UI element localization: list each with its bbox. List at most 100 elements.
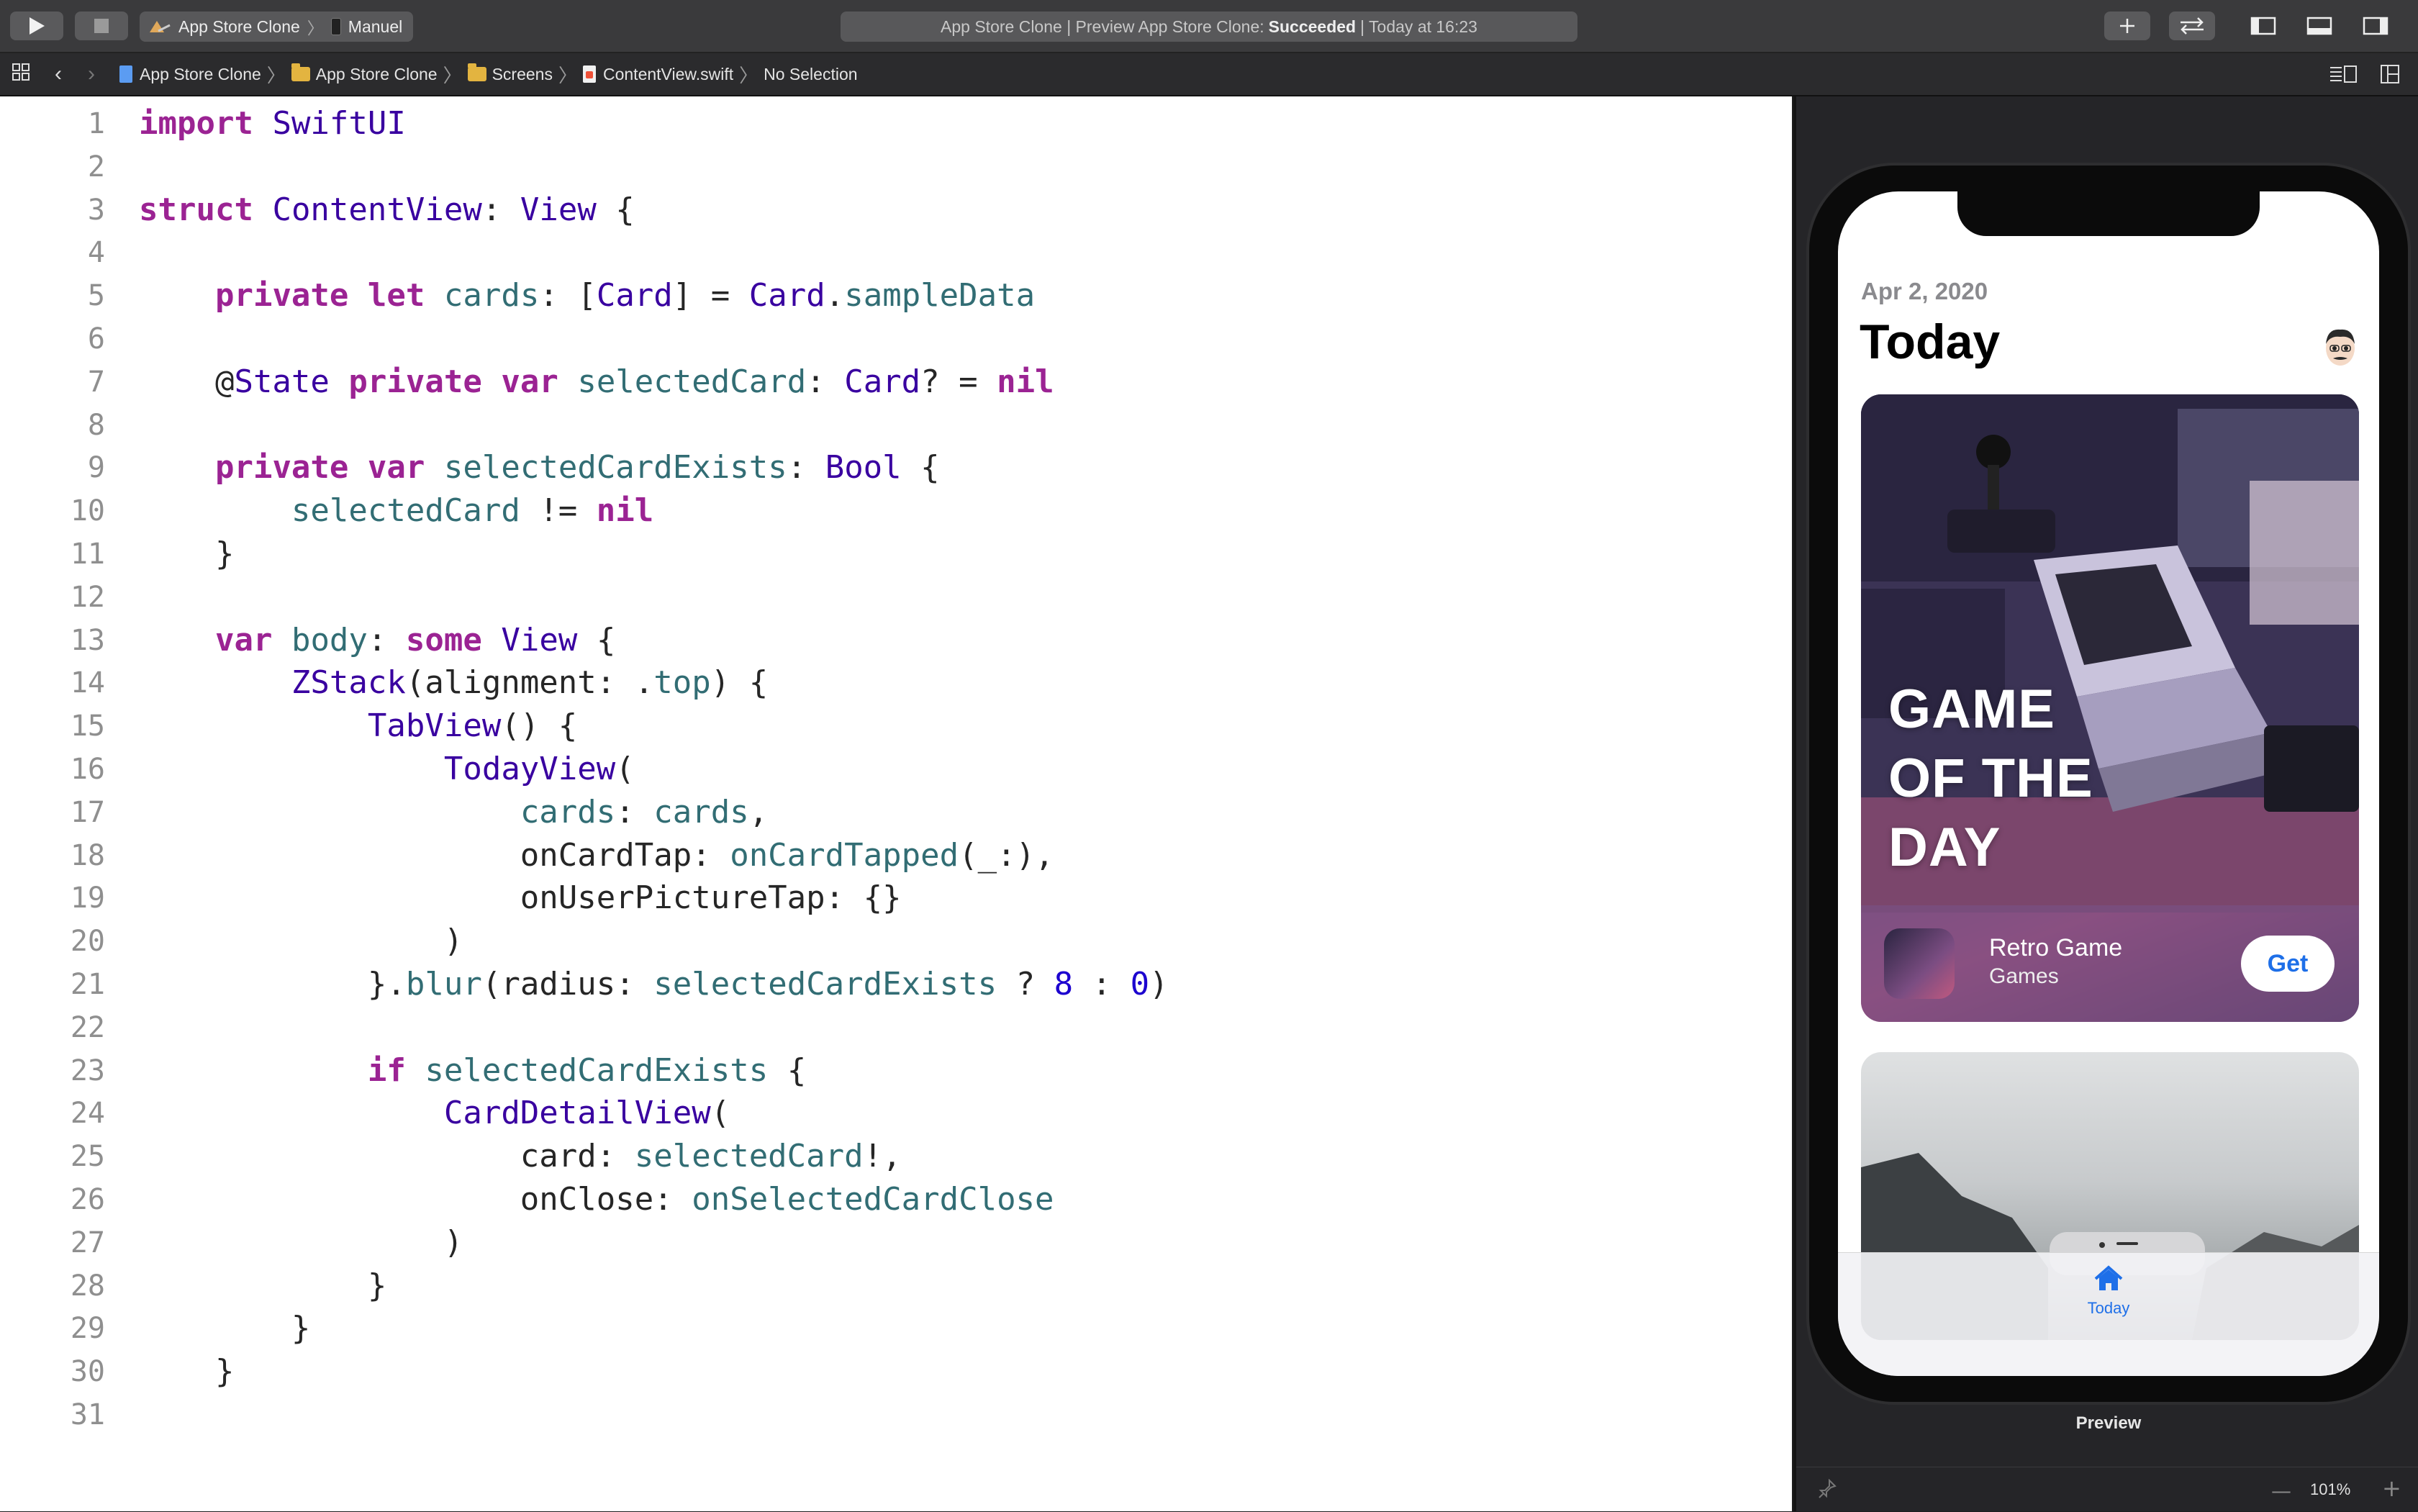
device-notch	[1957, 191, 2260, 236]
code-text: import SwiftUI	[139, 105, 406, 142]
line-number: 9	[87, 451, 105, 485]
folder-icon	[467, 63, 486, 81]
line-number: 31	[70, 1398, 105, 1431]
chevron-right-icon: 〉	[739, 64, 759, 86]
toolbar: App Store Clone 〉 Manuel App Store Clone…	[0, 0, 2418, 53]
breadcrumb-item-file[interactable]: ContentView.swift 〉	[582, 61, 764, 88]
pin-icon[interactable]	[1818, 1478, 1837, 1502]
toggle-inspector-button[interactable]	[2355, 12, 2396, 40]
breadcrumb: ‹ › App Store Clone 〉 App Store Clone 〉 …	[0, 53, 2418, 96]
split-editor-icon[interactable]	[2379, 63, 2401, 89]
forward-arrow-icon[interactable]: ›	[88, 62, 95, 86]
line-number: 18	[70, 838, 105, 872]
code-line[interactable]: 17 cards: cards,	[0, 789, 1792, 836]
zoom-out-icon[interactable]: —	[2271, 1479, 2291, 1503]
code-line[interactable]: 13 var body: some View {	[0, 617, 1792, 664]
line-number: 23	[70, 1054, 105, 1087]
date-label: Apr 2, 2020	[1861, 278, 1988, 304]
code-line[interactable]: 5 private let cards: [Card] = Card.sampl…	[0, 273, 1792, 319]
breadcrumb-item-screens[interactable]: Screens 〉	[467, 61, 583, 88]
code-line[interactable]: 20 )	[0, 918, 1792, 964]
grid-icon[interactable]	[12, 63, 30, 86]
code-text: struct ContentView: View {	[139, 191, 635, 228]
code-text: }	[139, 1353, 235, 1390]
code-line[interactable]: 16 TodayView(	[0, 746, 1792, 792]
code-line[interactable]: 22	[0, 1005, 1792, 1051]
code-line[interactable]: 1 import SwiftUI	[0, 101, 1792, 147]
code-line[interactable]: 26 onClose: onSelectedCardClose	[0, 1177, 1792, 1223]
line-number: 3	[87, 193, 105, 227]
scheme-project-label: App Store Clone	[178, 17, 300, 36]
code-line[interactable]: 7 @State private var selectedCard: Card?…	[0, 359, 1792, 405]
code-review-button[interactable]	[2169, 12, 2215, 40]
breadcrumb-item-selection[interactable]: No Selection	[764, 65, 857, 84]
code-line[interactable]: 2	[0, 144, 1792, 190]
back-arrow-icon[interactable]: ‹	[55, 62, 62, 86]
line-number: 25	[70, 1140, 105, 1174]
breadcrumb-item-project[interactable]: App Store Clone 〉	[119, 61, 291, 88]
code-text: cards: cards,	[520, 793, 769, 830]
line-number: 13	[70, 623, 105, 657]
code-line[interactable]: 6	[0, 316, 1792, 362]
code-text: selectedCard != nil	[291, 492, 654, 530]
app-target-icon	[150, 21, 171, 32]
avatar[interactable]	[2320, 325, 2360, 368]
preview-controls: — 101% +	[1796, 1467, 2418, 1512]
code-line[interactable]: 11 }	[0, 531, 1792, 577]
code-line[interactable]: 30 }	[0, 1349, 1792, 1395]
code-editor[interactable]: 1 import SwiftUI 2 3 struct ContentView: Vie…	[0, 96, 1792, 1511]
zoom-in-icon[interactable]: +	[2382, 1475, 2401, 1502]
featured-card[interactable]: GAME OF THE DAY Retro Game Games Get	[1861, 394, 2359, 1022]
code-line[interactable]: 14 ZStack(alignment: .top) {	[0, 660, 1792, 706]
code-text: }	[139, 535, 235, 572]
line-number: 17	[70, 795, 105, 829]
code-text: )	[139, 1223, 463, 1261]
get-button[interactable]: Get	[2241, 936, 2335, 992]
toggle-navigator-button[interactable]	[2242, 12, 2284, 40]
add-library-button[interactable]	[2104, 12, 2150, 40]
code-line[interactable]: 27 )	[0, 1220, 1792, 1266]
line-number: 11	[70, 538, 105, 571]
scheme-selector[interactable]: App Store Clone 〉 Manuel	[140, 12, 413, 42]
zoom-level: 101%	[2310, 1480, 2351, 1498]
line-number: 22	[70, 1010, 105, 1044]
tab-today[interactable]: Today	[2073, 1264, 2145, 1336]
swap-arrows-icon	[2181, 17, 2204, 35]
code-line[interactable]: 15 TabView() {	[0, 703, 1792, 749]
status-prefix: App Store Clone | Preview App Store Clon…	[941, 17, 1264, 36]
code-line[interactable]: 31	[0, 1392, 1792, 1438]
code-line[interactable]: 12	[0, 574, 1792, 620]
code-line[interactable]: 29 }	[0, 1305, 1792, 1352]
device-frame: Apr 2, 2020 Today GAME OF THE DAY Retro …	[1809, 166, 2408, 1402]
page-title: Today	[1860, 314, 2001, 369]
code-line[interactable]: 3 struct ContentView: View {	[0, 187, 1792, 233]
editor-options-icon[interactable]	[2329, 63, 2358, 89]
code-line[interactable]: 19 onUserPictureTap: {}	[0, 875, 1792, 921]
line-number: 1	[87, 107, 105, 140]
code-text: )	[139, 923, 463, 960]
app-category: Games	[1989, 964, 2059, 988]
code-line[interactable]: 23 if selectedCardExists {	[0, 1048, 1792, 1094]
code-text: }	[139, 1267, 387, 1304]
run-button[interactable]	[10, 12, 63, 40]
code-line[interactable]: 10 selectedCard != nil	[0, 488, 1792, 534]
iphone-icon	[330, 18, 341, 35]
left-panel-icon	[2250, 17, 2276, 35]
chevron-right-icon: 〉	[443, 64, 462, 86]
code-line[interactable]: 24 CardDetailView(	[0, 1090, 1792, 1136]
stop-button[interactable]	[75, 12, 128, 40]
code-line[interactable]: 25 card: selectedCard!,	[0, 1133, 1792, 1180]
line-number: 12	[70, 580, 105, 614]
code-line[interactable]: 9 private var selectedCardExists: Bool {	[0, 445, 1792, 491]
toggle-debug-area-button[interactable]	[2299, 12, 2340, 40]
code-line[interactable]: 21 }.blur(radius: selectedCardExists ? 8…	[0, 961, 1792, 1008]
code-line[interactable]: 8	[0, 402, 1792, 448]
breadcrumb-item-group[interactable]: App Store Clone 〉	[291, 61, 468, 88]
code-text: }.blur(radius: selectedCardExists ? 8 : …	[139, 966, 1169, 1002]
play-icon	[30, 17, 45, 35]
code-text: TabView() {	[367, 707, 578, 745]
code-line[interactable]: 18 onCardTap: onCardTapped(_:),	[0, 833, 1792, 879]
code-line[interactable]: 28 }	[0, 1263, 1792, 1309]
code-text: card: selectedCard!,	[139, 1138, 902, 1175]
code-line[interactable]: 4	[0, 230, 1792, 276]
